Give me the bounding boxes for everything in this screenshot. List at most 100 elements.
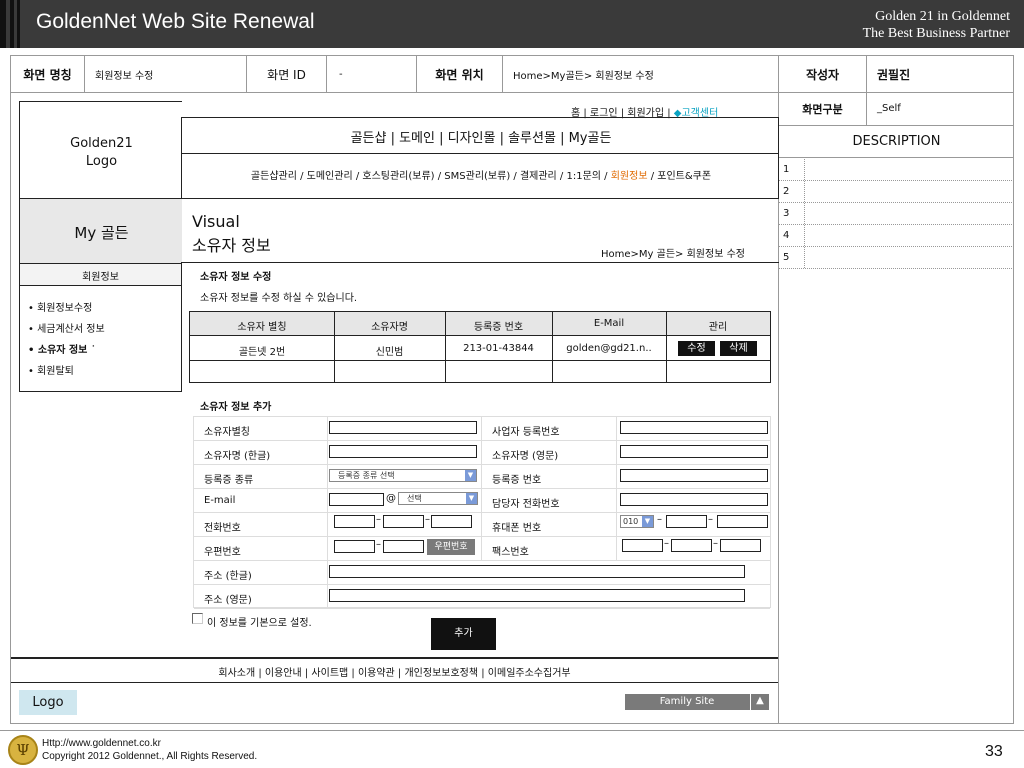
lnb-items[interactable]: 골든샵관리 / 도메인관리 / 호스팅관리(보류) / SMS관리(보류) / … (251, 171, 611, 182)
form-label: 팩스번호 (492, 547, 529, 558)
address-en-input[interactable] (329, 589, 745, 602)
footer-copyright: Copyright 2012 Goldennet., All Rights Re… (42, 751, 258, 762)
biz-reg-number-input[interactable] (620, 421, 768, 434)
form-label: 소유자명 (한글) (204, 451, 271, 462)
table-header-cell: 등록증 번호 (473, 322, 524, 333)
description-title: DESCRIPTION (779, 126, 1014, 158)
mobile-3-input[interactable] (717, 515, 768, 528)
form-label: E-mail (204, 495, 236, 506)
email-id-input[interactable] (329, 493, 384, 506)
description-row-number: 2 (783, 181, 805, 202)
side-menu: • 회원정보수정 • 세금계산서 정보 • 소유자 정보 ˙ • 회원탈퇴 (19, 286, 182, 392)
edit-button[interactable]: 수정 (678, 341, 715, 356)
owner-alias-input[interactable] (329, 421, 477, 434)
description-row-number: 4 (783, 225, 805, 246)
lnb-bar: 골든샵관리 / 도메인관리 / 호스팅관리(보류) / SMS관리(보류) / … (181, 153, 779, 199)
side-menu-item[interactable]: • 회원탈퇴 (28, 362, 74, 377)
screen-loc-label: 화면 위치 (417, 56, 503, 92)
mobile-prefix-select[interactable]: 010 ▼ (620, 515, 654, 528)
fax-1-input[interactable] (622, 539, 663, 552)
default-checkbox[interactable] (192, 613, 203, 624)
chevron-down-icon: ▼ (465, 470, 476, 481)
site-logo-text1: Golden21 (70, 136, 133, 151)
description-row-number: 3 (783, 203, 805, 224)
table-header-cell: E-Mail (593, 318, 625, 329)
zip-search-button[interactable]: 우편번호 (427, 539, 475, 555)
description-row: 2 (779, 181, 1014, 203)
side-title-box: My 골든 (19, 198, 182, 264)
add-button[interactable]: 추가 (431, 618, 496, 650)
description-row-number: 1 (783, 159, 805, 180)
family-site-select[interactable]: Family Site ▲ (625, 694, 769, 710)
table-header-cell: 소유자명 (371, 322, 408, 333)
fax-2-input[interactable] (671, 539, 712, 552)
gnb-menu[interactable]: 골든샵 | 도메인 | 디자인몰 | 솔루션몰 | My골든 (182, 127, 780, 146)
side-subtitle: 회원정보 (82, 272, 119, 283)
owner-name-kr-input[interactable] (329, 445, 477, 458)
content-breadcrumb: Home>My 골든> 회원정보 수정 (601, 249, 745, 260)
zip-2-input[interactable] (383, 540, 424, 553)
screen-id-label: 화면 ID (247, 56, 327, 92)
chevron-down-icon: ▼ (642, 516, 653, 527)
mobile-2-input[interactable] (666, 515, 707, 528)
lnb-menu[interactable]: 골든샵관리 / 도메인관리 / 호스팅관리(보류) / SMS관리(보류) / … (182, 167, 780, 182)
description-panel: 화면구분 _Self DESCRIPTION 12345 (778, 92, 1014, 724)
phone-1-input[interactable] (334, 515, 375, 528)
family-site-arrow-icon: ▲ (756, 695, 764, 706)
mobile-prefix-value: 010 (623, 517, 639, 526)
reg-number-input[interactable] (620, 469, 768, 482)
form-label: 전화번호 (204, 523, 241, 534)
description-row: 3 (779, 203, 1014, 225)
visual-label: Visual (192, 212, 240, 231)
screen-id-value: - (327, 56, 417, 92)
footer-links[interactable]: 회사소개 | 이용안내 | 사이트맵 | 이용약관 | 개인정보보호정책 | 이… (11, 664, 778, 679)
author-label: 작성자 (779, 56, 867, 92)
table-cell: 골든넷 2번 (238, 347, 286, 358)
form-label: 등록증 번호 (492, 475, 542, 486)
side-menu-item[interactable]: • 회원정보수정 (28, 299, 92, 314)
reg-type-select[interactable]: 등록증 종류 선택 ▼ (329, 469, 477, 482)
tagline-2: The Best Business Partner (862, 26, 1010, 41)
screen-name-label: 화면 명칭 (11, 56, 85, 92)
lnb-active-item[interactable]: 회원정보 (611, 171, 648, 182)
table-cell: 신민범 (375, 347, 404, 358)
phone-3-input[interactable] (431, 515, 472, 528)
screen-name-value: 회원정보 수정 (85, 56, 247, 92)
goldennet-emblem-icon: Ψ (8, 735, 38, 765)
chevron-down-icon: ▼ (466, 493, 477, 504)
side-menu-item[interactable]: • 소유자 정보 ˙ (28, 341, 96, 356)
email-domain-select-value: 선택 (407, 494, 422, 503)
section2-title: 소유자 정보 추가 (200, 402, 272, 413)
form-label: 휴대폰 번호 (492, 523, 542, 534)
description-row: 5 (779, 247, 1014, 269)
owner-table: 소유자 별칭 소유자명 등록증 번호 E-Mail 관리 골든넷 2번 신민범 213-01… (189, 311, 771, 383)
zip-1-input[interactable] (334, 540, 375, 553)
section1-desc: 소유자 정보를 수정 하실 수 있습니다. (200, 293, 358, 304)
fax-3-input[interactable] (720, 539, 761, 552)
screen-type-label: 화면구분 (779, 92, 867, 126)
description-row: 4 (779, 225, 1014, 247)
delete-button[interactable]: 삭제 (720, 341, 757, 356)
side-menu-item[interactable]: • 세금계산서 정보 (28, 320, 105, 335)
table-header-cell: 관리 (708, 322, 728, 333)
slide-title: GoldenNet Web Site Renewal (36, 10, 315, 33)
site-logo-box[interactable]: Golden21 Logo (19, 101, 182, 199)
form-label: 담당자 전화번호 (492, 499, 560, 510)
manager-phone-input[interactable] (620, 493, 768, 506)
side-subtitle-box[interactable]: 회원정보 (19, 264, 182, 286)
phone-2-input[interactable] (383, 515, 424, 528)
form-label: 사업자 등록번호 (492, 427, 560, 438)
email-domain-select[interactable]: 선택 ▼ (398, 492, 478, 505)
address-kr-input[interactable] (329, 565, 745, 578)
description-row: 1 (779, 159, 1014, 181)
page-number: 33 (985, 743, 1003, 760)
screen-info-table: 화면 명칭 회원정보 수정 화면 ID - 화면 위치 Home>My골든> 회… (10, 55, 1014, 93)
form-label: 주소 (영문) (204, 595, 252, 606)
screen-type-value: _Self (867, 92, 1014, 126)
owner-name-en-input[interactable] (620, 445, 768, 458)
tagline-1: Golden 21 in Goldennet (875, 9, 1010, 24)
lnb-items-post[interactable]: / 포인트&쿠폰 (648, 171, 711, 182)
table-header-cell: 소유자 별칭 (237, 322, 287, 333)
form-label: 소유자명 (영문) (492, 451, 559, 462)
form-label: 소유자별칭 (204, 427, 250, 438)
